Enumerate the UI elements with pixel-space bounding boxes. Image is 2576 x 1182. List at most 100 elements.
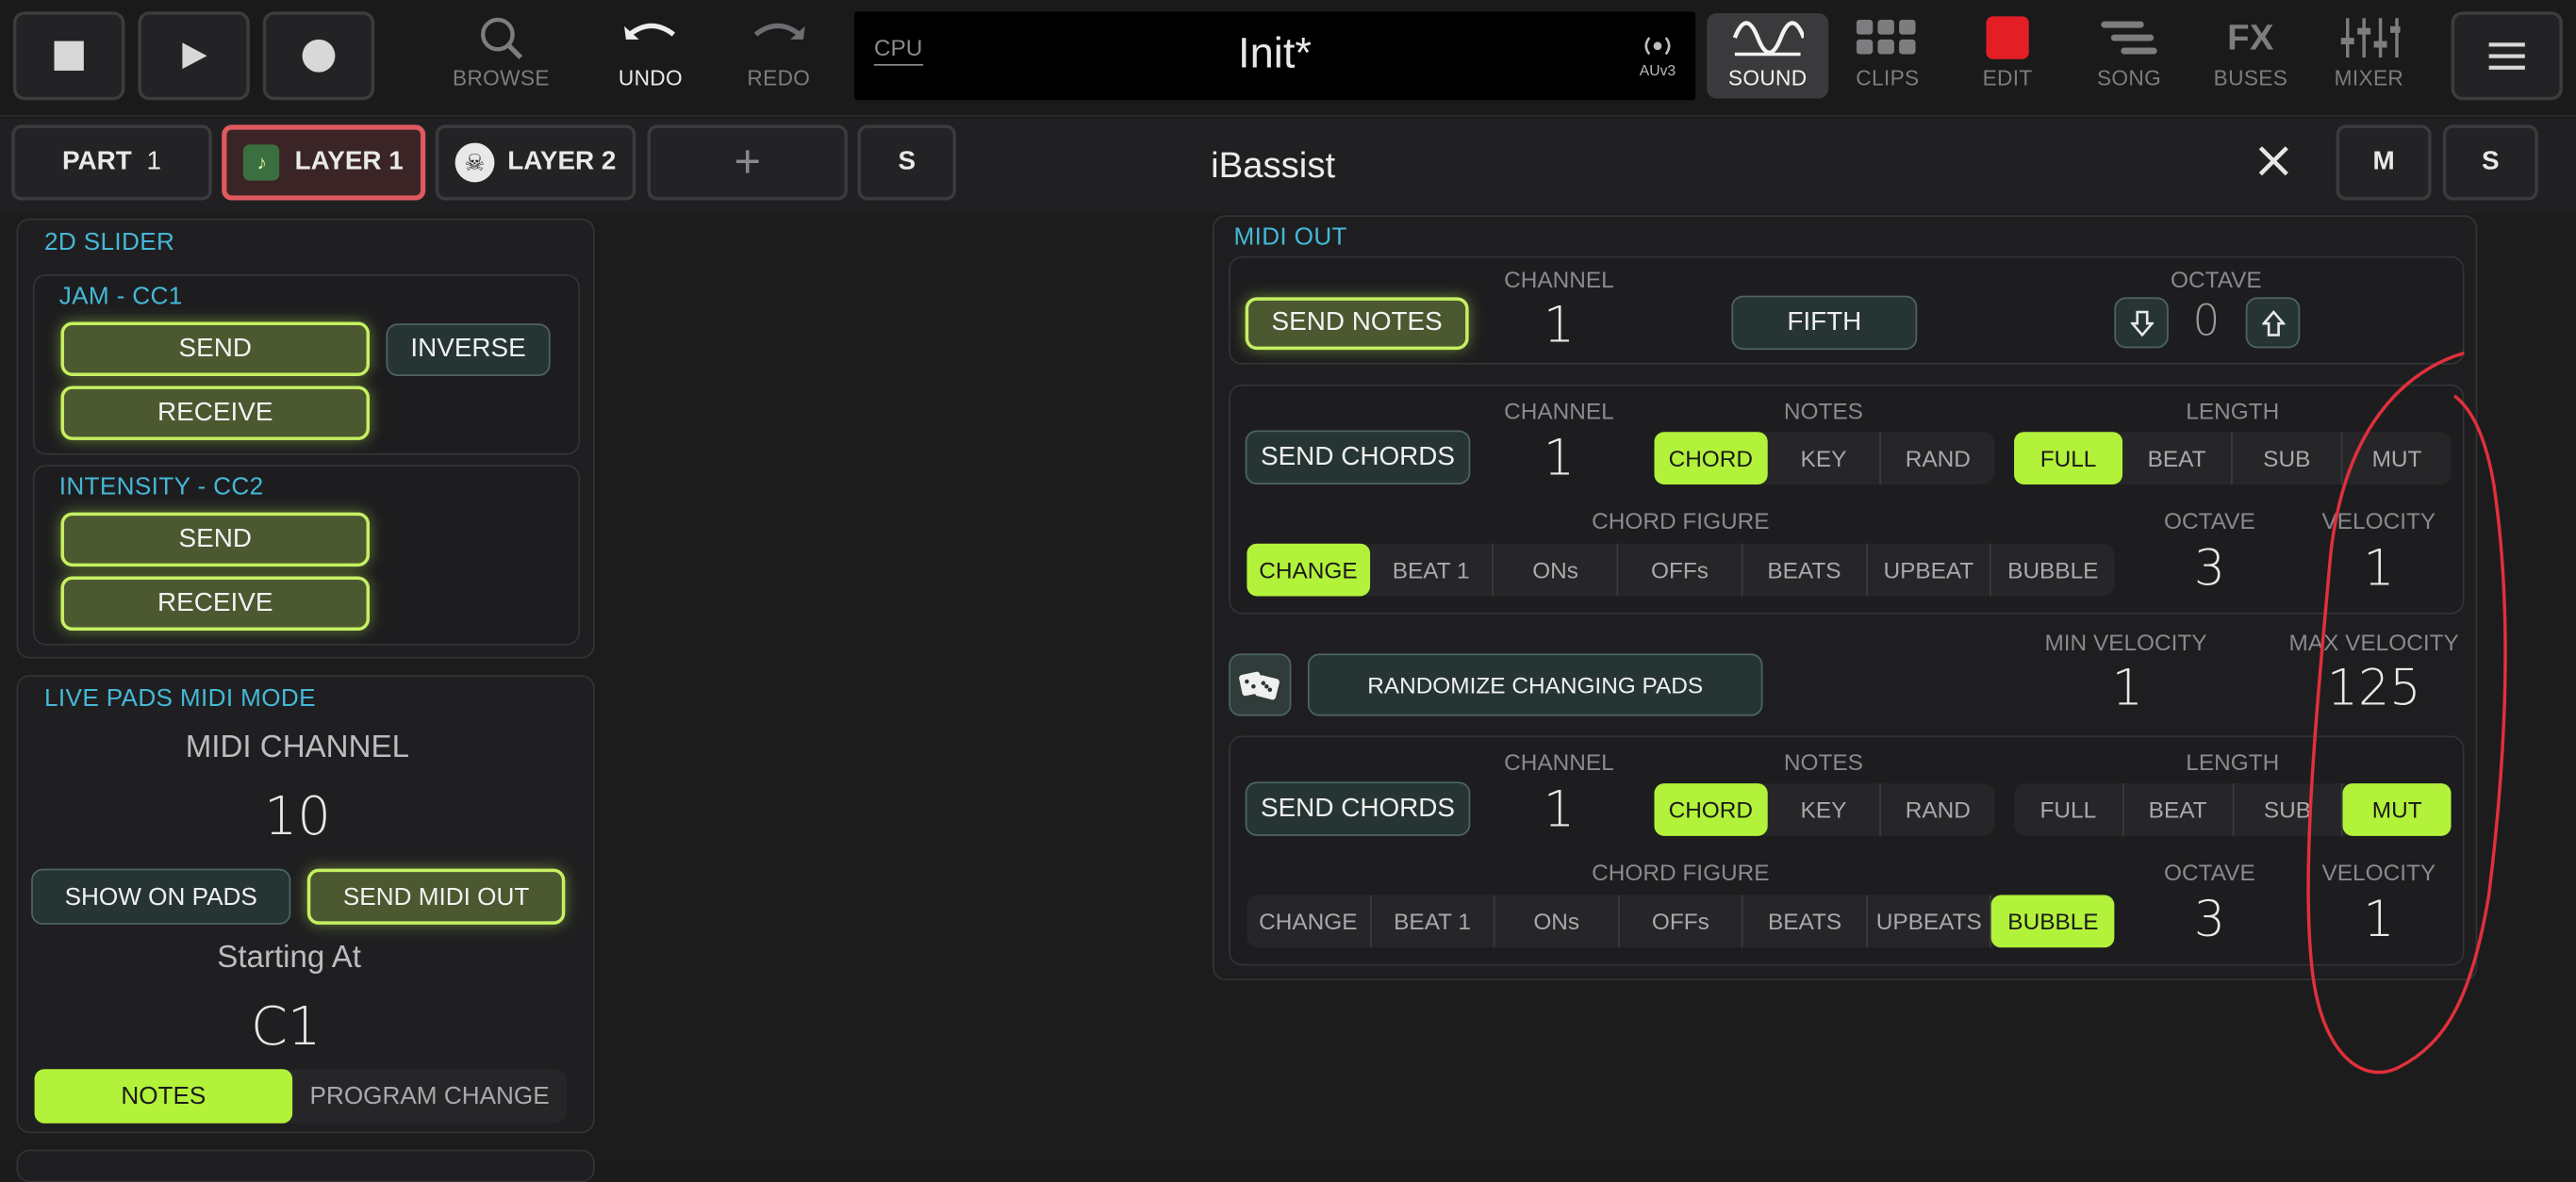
send-chords-button[interactable]: SEND CHORDS: [1245, 781, 1471, 836]
figure-change-option[interactable]: CHANGE: [1247, 895, 1372, 948]
undo-button[interactable]: UNDO: [591, 13, 709, 99]
figure-ons-option[interactable]: ONs: [1494, 543, 1619, 597]
length-full-option[interactable]: FULL: [2014, 432, 2123, 484]
plugin-name: iBassist: [1211, 144, 1336, 186]
play-button[interactable]: [138, 11, 250, 101]
jam-receive-button[interactable]: RECEIVE: [60, 386, 371, 440]
min-velocity-value[interactable]: 1: [2062, 660, 2193, 717]
group-title: JAM - CC1: [58, 282, 183, 311]
redo-button[interactable]: REDO: [719, 13, 837, 99]
notes-rand-option[interactable]: RAND: [1882, 783, 1995, 836]
arrow-up-icon: [2261, 309, 2285, 336]
record-icon: [302, 39, 336, 73]
notes-selector: CHORD KEY RAND: [1654, 432, 1995, 484]
sound-button[interactable]: SOUND: [1707, 12, 1829, 99]
notes-rand-option[interactable]: RAND: [1882, 432, 1995, 484]
figure-beat1-option[interactable]: BEAT 1: [1370, 543, 1494, 597]
notes-key-option[interactable]: KEY: [1767, 432, 1882, 484]
notes-chord-option[interactable]: CHORD: [1654, 432, 1768, 484]
mixer-button[interactable]: MIXER: [2310, 13, 2428, 99]
length-beat-option[interactable]: BEAT: [2123, 783, 2234, 836]
layer-solo-button[interactable]: S: [857, 124, 957, 201]
midi-channel-value[interactable]: 10: [18, 785, 576, 847]
length-full-option[interactable]: FULL: [2014, 783, 2124, 836]
browse-button[interactable]: BROWSE: [442, 13, 560, 99]
notes-chord-option[interactable]: CHORD: [1654, 783, 1768, 836]
figure-bubble-option[interactable]: BUBBLE: [1991, 895, 2115, 948]
chords-octave-value[interactable]: 3: [2144, 540, 2275, 598]
tab-part[interactable]: PART 1: [11, 124, 212, 201]
show-on-pads-button[interactable]: SHOW ON PADS: [31, 868, 291, 925]
tab-layer-1[interactable]: ♪ LAYER 1: [222, 124, 426, 201]
figure-beats-option[interactable]: BEATS: [1743, 895, 1868, 948]
sine-wave-icon: [1732, 21, 1805, 57]
jam-inverse-button[interactable]: INVERSE: [386, 323, 551, 376]
redo-icon: [753, 23, 805, 40]
notes-channel-value[interactable]: 1: [1494, 297, 1625, 354]
channel-label: CHANNEL: [1504, 266, 1614, 293]
dice-button[interactable]: [1229, 653, 1292, 716]
plugin-solo-button[interactable]: S: [2442, 124, 2538, 201]
octave-label: OCTAVE: [2171, 266, 2262, 293]
chord-figure-label: CHORD FIGURE: [1592, 859, 1770, 886]
intensity-receive-button[interactable]: RECEIVE: [60, 576, 371, 632]
program-change-mode-option[interactable]: PROGRAM CHANGE: [292, 1069, 567, 1123]
play-icon: [182, 42, 207, 70]
notes-octave-value: 0: [2192, 297, 2221, 347]
chord-figure-selector: CHANGE BEAT 1 ONs OFFs BEATS UPBEAT BUBB…: [1247, 543, 2115, 597]
chords-channel-value[interactable]: 1: [1494, 430, 1625, 487]
instrument-icon: ♪: [243, 144, 280, 181]
figure-ons-option[interactable]: ONs: [1495, 895, 1620, 948]
slider2d-panel: 2D SLIDER JAM - CC1 SEND INVERSE RECEIVE…: [16, 218, 595, 659]
stop-icon: [54, 41, 84, 71]
figure-change-option[interactable]: CHANGE: [1247, 543, 1370, 597]
chords-channel-value[interactable]: 1: [1494, 781, 1625, 839]
figure-offs-option[interactable]: OFFs: [1619, 895, 1744, 948]
min-velocity-label: MIN VELOCITY: [2044, 629, 2207, 656]
intensity-cc2-group: INTENSITY - CC2 SEND RECEIVE: [32, 465, 581, 646]
chord-figure-selector: CHANGE BEAT 1 ONs OFFs BEATS UPBEATS BUB…: [1247, 895, 2115, 948]
figure-beats-option[interactable]: BEATS: [1742, 543, 1868, 597]
notes-key-option[interactable]: KEY: [1767, 783, 1882, 836]
send-chords-button[interactable]: SEND CHORDS: [1245, 430, 1471, 484]
next-panel-edge: [16, 1149, 595, 1182]
starting-note-value[interactable]: C1: [18, 995, 553, 1058]
skull-icon: ☠: [454, 142, 495, 183]
intensity-send-button[interactable]: SEND: [60, 512, 371, 567]
stop-button[interactable]: [12, 11, 125, 101]
group-title: INTENSITY - CC2: [58, 472, 264, 501]
length-beat-option[interactable]: BEAT: [2122, 432, 2233, 484]
octave-down-button[interactable]: [2114, 297, 2169, 349]
top-toolbar: BROWSE UNDO REDO CPU Init* AUv3 SOUND CL…: [0, 0, 2576, 117]
preset-title: Init*: [1237, 27, 1313, 77]
send-notes-button[interactable]: SEND NOTES: [1245, 297, 1469, 351]
randomize-pads-button[interactable]: RANDOMIZE CHANGING PADS: [1307, 653, 1763, 716]
send-midi-out-button[interactable]: SEND MIDI OUT: [306, 868, 566, 925]
figure-beat1-option[interactable]: BEAT 1: [1371, 895, 1495, 948]
buses-button[interactable]: FX BUSES: [2191, 13, 2309, 99]
section-title: MIDI OUT: [1233, 222, 1347, 252]
notes-mode-option[interactable]: NOTES: [34, 1069, 293, 1124]
menu-button[interactable]: [2451, 11, 2563, 101]
pad-mode-toggle: NOTES PROGRAM CHANGE: [34, 1069, 568, 1124]
song-button[interactable]: SONG: [2070, 13, 2188, 99]
fifth-button[interactable]: FIFTH: [1731, 295, 1918, 351]
chords-octave-value[interactable]: 3: [2144, 892, 2275, 949]
clips-button[interactable]: CLIPS: [1828, 13, 1946, 99]
octave-label: OCTAVE: [2164, 859, 2255, 886]
figure-offs-option[interactable]: OFFs: [1618, 543, 1743, 597]
figure-upbeat-option[interactable]: UPBEAT: [1867, 543, 1992, 597]
add-layer-button[interactable]: +: [647, 124, 849, 201]
jam-send-button[interactable]: SEND: [60, 321, 371, 376]
plugin-mute-button[interactable]: M: [2336, 124, 2432, 201]
figure-bubble-option[interactable]: BUBBLE: [1991, 544, 2114, 597]
record-button[interactable]: [262, 11, 375, 101]
annotation-scribble: [2306, 351, 2507, 1075]
figure-upbeats-option[interactable]: UPBEATS: [1868, 895, 1992, 948]
undo-icon: [624, 23, 675, 40]
close-icon[interactable]: [2254, 141, 2293, 181]
notes-label: NOTES: [1783, 397, 1863, 424]
tab-layer-2[interactable]: ☠ LAYER 2: [435, 124, 636, 201]
notes-selector: CHORD KEY RAND: [1654, 783, 1995, 836]
edit-button[interactable]: EDIT: [1948, 13, 2066, 99]
